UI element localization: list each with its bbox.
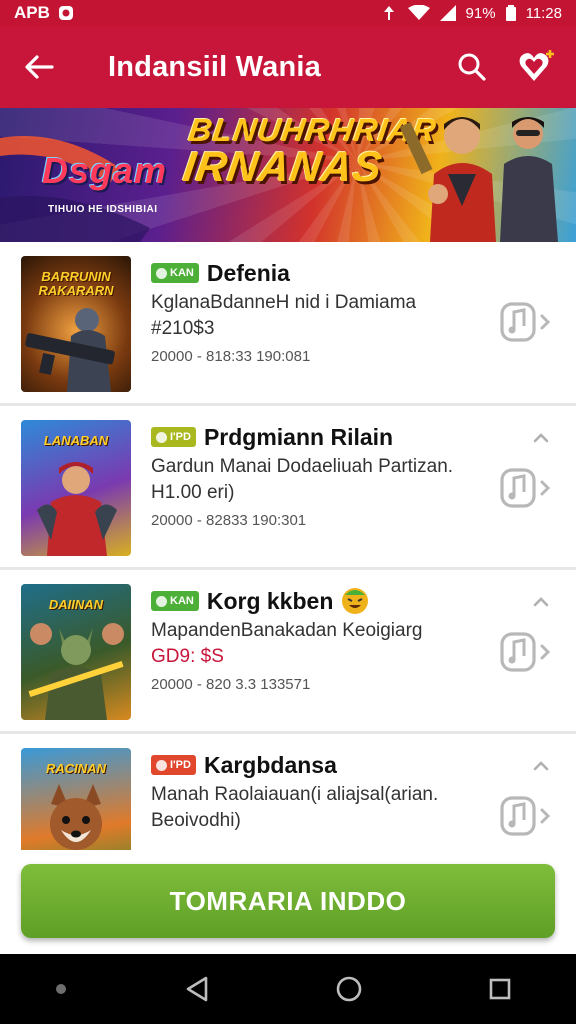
circle-home-icon: [336, 976, 362, 1002]
thumbnail-art: [25, 308, 115, 392]
chevron-up-icon[interactable]: [532, 432, 550, 444]
tag-label: I'PD: [170, 431, 191, 443]
status-app-label: APB: [14, 3, 50, 22]
nav-recents-button[interactable]: [470, 959, 530, 1019]
item-title: Prdgmiann Rilain: [203, 423, 394, 450]
dot-icon: [55, 984, 66, 994]
back-button[interactable]: [0, 26, 78, 108]
item-price: GD9: $S: [151, 646, 224, 667]
banner-logo: Dsgam: [42, 150, 168, 191]
tag-label: KAN: [170, 595, 194, 607]
wifi-icon: [407, 5, 430, 20]
music-note-icon: [500, 796, 551, 836]
triangle-back-icon: [186, 976, 208, 1002]
system-nav-bar: [0, 954, 576, 1024]
nav-assistant-button[interactable]: [46, 959, 76, 1019]
arrow-left-icon: [25, 55, 54, 79]
category-tag: I'PD: [151, 427, 196, 447]
category-tag: KAN: [151, 263, 199, 283]
item-price: #210$3: [151, 318, 215, 339]
title-row: I'PD Kargbdansa: [151, 750, 481, 780]
notification-icon: [58, 6, 73, 20]
item-thumbnail[interactable]: DAIINAN: [21, 584, 131, 720]
tag-label: I'PD: [170, 759, 191, 771]
item-description: MapandenBanakadan Keoigiarg: [151, 620, 423, 641]
tag-label: KAN: [170, 267, 194, 279]
status-bar: APB 91% 11:28: [0, 0, 576, 26]
item-meta: 20000 - 820 3.3 133571: [151, 676, 311, 693]
signal-icon: [439, 5, 456, 21]
thumbnail-art: [28, 623, 124, 720]
list-item[interactable]: LANABAN I'PD Prdgmiann Rilain Gardun Man…: [0, 406, 576, 570]
page-title: Indansiil Wania: [108, 50, 322, 83]
battery-icon: [505, 5, 516, 21]
search-icon: [458, 53, 486, 81]
thumbnail-art: [37, 462, 117, 556]
bottom-action-bar: TOMRARIA INDDO: [0, 850, 576, 954]
item-body: KAN Korg kkben MapandenBanakadan Keoigia…: [151, 586, 481, 693]
banner-logo-subtitle: TIHUIO HE IDSHIBIAI: [48, 204, 158, 215]
banner-hero-art: [400, 117, 558, 242]
title-row: I'PD Prdgmiann Rilain: [151, 422, 481, 452]
clock-time: 11:28: [525, 4, 562, 22]
tag-icon: [156, 431, 167, 443]
thumbnail-title: BARRUNIN RAKARARN: [38, 269, 114, 298]
banner-headline-line2: IRNANAS: [180, 143, 386, 190]
music-note-button[interactable]: [500, 626, 552, 678]
item-price: Beoivodhi): [151, 810, 241, 831]
status-right: 91% 11:28: [380, 5, 562, 22]
item-body: KAN Defenia KglanaBdanneH nid i Damiama …: [151, 258, 481, 365]
item-body: I'PD Prdgmiann Rilain Gardun Manai Dodae…: [151, 422, 481, 529]
heart-plus-icon: [519, 50, 554, 81]
item-description: KglanaBdanneH nid i Damiama: [151, 292, 417, 313]
music-note-icon: [500, 632, 551, 672]
music-note-button[interactable]: [500, 296, 552, 348]
music-note-icon: [500, 302, 551, 342]
music-note-button[interactable]: [500, 790, 552, 842]
nav-home-button[interactable]: [319, 959, 379, 1019]
tag-icon: [156, 759, 167, 771]
grin-emoji-icon: [342, 588, 369, 614]
tag-icon: [156, 267, 167, 279]
chevron-up-icon[interactable]: [532, 760, 550, 772]
item-body: I'PD Kargbdansa Manah Raolaiauan(i aliaj…: [151, 750, 481, 832]
category-tag: I'PD: [151, 755, 196, 775]
item-description: Gardun Manai Dodaeliuah Partizan.: [151, 456, 454, 477]
search-button[interactable]: [440, 26, 504, 108]
promo-banner[interactable]: Dsgam TIHUIO HE IDSHIBIAI BLNUHRHRIAR IR…: [0, 108, 576, 242]
item-meta: 20000 - 82833 190:301: [151, 512, 307, 529]
battery-text: 91%: [465, 4, 496, 22]
thumbnail-title: LANABAN: [43, 433, 109, 448]
favorite-button[interactable]: [504, 26, 568, 108]
square-recents-icon: [489, 978, 511, 1000]
thumbnail-title: RACINAN: [46, 761, 106, 776]
item-thumbnail[interactable]: LANABAN: [21, 420, 131, 556]
status-left: APB: [14, 3, 74, 23]
list-item[interactable]: DAIINAN KAN Korg kkben MapandenBanakadan…: [0, 570, 576, 734]
item-description: Manah Raolaiauan(i aliajsal(arian.: [151, 784, 439, 805]
music-note-button[interactable]: [500, 462, 552, 514]
nav-back-button[interactable]: [167, 959, 227, 1019]
list-item[interactable]: BARRUNIN RAKARARN KAN Defenia KglanaBdan…: [0, 242, 576, 406]
data-sync-icon: [383, 6, 394, 20]
item-thumbnail[interactable]: BARRUNIN RAKARARN: [21, 256, 131, 392]
item-title: Defenia: [206, 259, 290, 286]
item-meta: 20000 - 818:33 190:081: [151, 348, 311, 365]
title-row: KAN Korg kkben: [151, 586, 481, 616]
item-title: Kargbdansa: [203, 751, 337, 778]
app-bar: Indansiil Wania: [0, 26, 576, 108]
tag-icon: [156, 595, 167, 607]
item-title: Korg kkben: [206, 587, 334, 614]
music-note-icon: [500, 468, 551, 508]
title-row: KAN Defenia: [151, 258, 481, 288]
chevron-up-icon[interactable]: [532, 596, 550, 608]
category-tag: KAN: [151, 591, 199, 611]
item-price: H1.00 eri): [151, 482, 235, 503]
primary-cta-button[interactable]: TOMRARIA INDDO: [21, 864, 555, 938]
